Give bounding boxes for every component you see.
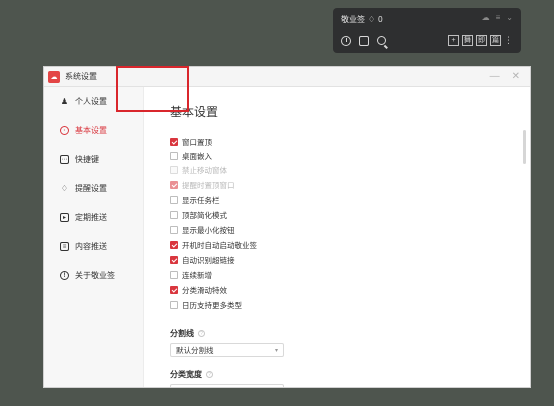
widget-btn-c[interactable]: 篇: [490, 35, 501, 46]
checkbox[interactable]: [170, 271, 178, 279]
minimize-button[interactable]: —: [490, 71, 500, 82]
sidebar-item-label: 内容推送: [75, 242, 107, 251]
option-disable-move: 禁止移动窗体: [170, 165, 227, 175]
clock-icon[interactable]: [341, 36, 351, 46]
option-label: 自动识别超链接: [182, 255, 235, 265]
person-icon: ♟: [60, 96, 69, 106]
checkbox[interactable]: [170, 138, 178, 146]
option-calendar-types[interactable]: 日历支持更多类型: [170, 300, 242, 310]
push-icon: ▸: [60, 213, 69, 222]
option-window-on-top[interactable]: 窗口置顶: [170, 137, 212, 147]
sidebar-item-personal[interactable]: ♟ 个人设置: [44, 87, 143, 116]
target-icon: ·: [60, 126, 69, 135]
sidebar-item-reminders[interactable]: ♢ 提醒设置: [44, 174, 143, 203]
sidebar: ♟ 个人设置 · 基本设置 ⋯ 快捷键 ♢ 提醒设置 ▸ 定期推送 ≡ 内容推送…: [44, 87, 144, 387]
chevron-down-icon[interactable]: ⌄: [506, 13, 513, 22]
option-desktop-embed[interactable]: 桌面嵌入: [170, 151, 212, 161]
sidebar-item-label: 关于敬业签: [75, 271, 115, 280]
add-button[interactable]: +: [448, 35, 459, 46]
sidebar-item-label: 个人设置: [75, 97, 107, 106]
help-icon[interactable]: ?: [206, 371, 213, 378]
option-label: 提醒时置顶窗口: [182, 180, 235, 190]
option-label: 显示任务栏: [182, 195, 220, 205]
divider-select[interactable]: 默认分割线 ▾: [170, 343, 284, 357]
settings-content: 基本设置 窗口置顶 桌面嵌入 禁止移动窗体 提醒时置顶窗口 显示任务栏 顶部简化…: [144, 87, 530, 387]
checkbox: [170, 166, 178, 174]
sidebar-item-shortcuts[interactable]: ⋯ 快捷键: [44, 145, 143, 174]
sidebar-item-basic[interactable]: · 基本设置: [44, 116, 143, 145]
sidebar-item-label: 基本设置: [75, 126, 107, 135]
option-slide-effect[interactable]: 分类滑动特效: [170, 285, 227, 295]
option-label: 开机时自动启动敬业签: [182, 240, 257, 250]
widget-title: 敬业签 ♢ 0: [341, 14, 383, 25]
option-label: 显示最小化按钮: [182, 225, 235, 235]
option-label: 日历支持更多类型: [182, 300, 242, 310]
menu-icon[interactable]: ≡: [496, 13, 501, 22]
sidebar-item-label: 定期推送: [75, 213, 107, 222]
content-icon: ≡: [60, 242, 69, 251]
select-value: 默认分割线: [176, 345, 214, 355]
widget-badge-count: 0: [378, 15, 383, 24]
option-auto-link[interactable]: 自动识别超链接: [170, 255, 235, 265]
option-label: 顶部简化模式: [182, 210, 227, 220]
option-label: 分类滑动特效: [182, 285, 227, 295]
sidebar-item-about[interactable]: ! 关于敬业签: [44, 261, 143, 290]
width-select[interactable]: [170, 384, 284, 387]
width-section-label: 分类宽度 ?: [170, 369, 213, 380]
option-remind-on-top: 提醒时置顶窗口: [170, 180, 235, 190]
bell-icon: ♢: [60, 183, 69, 193]
checkbox[interactable]: [170, 196, 178, 204]
help-icon[interactable]: ?: [198, 330, 205, 337]
option-autostart[interactable]: 开机时自动启动敬业签: [170, 240, 257, 250]
section-label: 分类宽度: [170, 370, 202, 379]
checkbox[interactable]: [170, 211, 178, 219]
title-bar: ☁ 系统设置 — ✕: [44, 67, 530, 87]
option-label: 禁止移动窗体: [182, 165, 227, 175]
note-icon[interactable]: [359, 36, 369, 46]
divider-section-label: 分割线 ?: [170, 328, 205, 339]
checkbox[interactable]: [170, 241, 178, 249]
chevron-down-icon: ▾: [274, 347, 278, 354]
mini-widget: 敬业签 ♢ 0 ☁ ≡ ⌄ + 舞 即 篇 ⋮: [333, 8, 521, 53]
option-top-simple-mode[interactable]: 顶部简化模式: [170, 210, 227, 220]
sidebar-item-content-push[interactable]: ≡ 内容推送: [44, 232, 143, 261]
sidebar-item-label: 快捷键: [75, 155, 99, 164]
widget-btn-b[interactable]: 即: [476, 35, 487, 46]
checkbox[interactable]: [170, 226, 178, 234]
section-label: 分割线: [170, 329, 194, 338]
keyboard-icon: ⋯: [60, 155, 69, 164]
option-continuous-add[interactable]: 连续新增: [170, 270, 212, 280]
page-title: 基本设置: [170, 105, 219, 119]
app-logo-icon: ☁: [48, 70, 60, 83]
option-show-minimize[interactable]: 显示最小化按钮: [170, 225, 235, 235]
checkbox[interactable]: [170, 301, 178, 309]
widget-btn-a[interactable]: 舞: [462, 35, 473, 46]
sidebar-item-scheduled-push[interactable]: ▸ 定期推送: [44, 203, 143, 232]
sidebar-item-label: 提醒设置: [75, 184, 107, 193]
checkbox[interactable]: [170, 286, 178, 294]
info-icon: !: [60, 271, 69, 280]
option-label: 窗口置顶: [182, 137, 212, 147]
window-title: 系统设置: [65, 72, 97, 81]
bell-icon[interactable]: ♢: [368, 15, 375, 24]
checkbox[interactable]: [170, 152, 178, 160]
search-icon[interactable]: [377, 36, 386, 45]
scrollbar[interactable]: [523, 130, 526, 164]
widget-title-text: 敬业签: [341, 15, 365, 24]
close-button[interactable]: ✕: [512, 71, 520, 82]
option-show-taskbar[interactable]: 显示任务栏: [170, 195, 220, 205]
option-label: 桌面嵌入: [182, 151, 212, 161]
checkbox[interactable]: [170, 256, 178, 264]
option-label: 连续新增: [182, 270, 212, 280]
checkbox: [170, 181, 178, 189]
settings-window: ☁ 系统设置 — ✕ ♟ 个人设置 · 基本设置 ⋯ 快捷键 ♢ 提醒设置 ▸ …: [43, 66, 531, 388]
more-icon[interactable]: ⋮: [504, 35, 513, 46]
cloud-icon[interactable]: ☁: [482, 13, 490, 22]
